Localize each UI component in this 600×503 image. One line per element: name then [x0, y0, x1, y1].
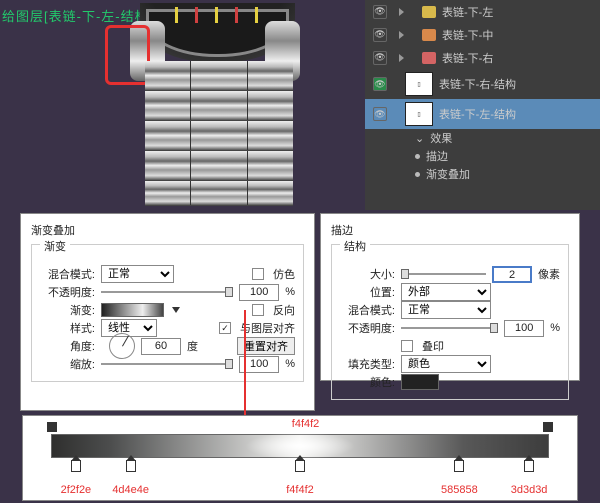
opacity-slider[interactable]	[101, 286, 233, 298]
layer-thumb: ▯	[405, 72, 433, 96]
visibility-icon[interactable]: 👁	[373, 107, 387, 121]
layer-row-selected[interactable]: 👁 ▯ 表链-下-左-结构	[365, 99, 600, 129]
layer-label: 表链-下-右	[442, 50, 493, 66]
visibility-icon[interactable]: 👁	[373, 77, 387, 91]
highlight-box	[105, 25, 150, 85]
fx-item[interactable]: 渐变叠加	[365, 165, 600, 183]
gradient-overlay-panel: 渐变叠加 渐变 混合模式: 正常 仿色 不透明度: 100 % 渐变: 反向 样…	[20, 213, 315, 411]
angle-value[interactable]: 60	[141, 338, 181, 355]
opacity-value[interactable]: 100	[504, 320, 544, 337]
blendmode-label: 混合模式:	[40, 266, 95, 282]
visibility-icon[interactable]: 👁	[373, 51, 387, 65]
layer-thumb: ▯	[405, 102, 433, 126]
color-stop[interactable]	[524, 460, 534, 472]
layer-label: 表链-下-中	[442, 27, 493, 43]
color-stop[interactable]	[454, 460, 464, 472]
blendmode-select[interactable]: 正常	[401, 301, 491, 319]
folder-icon	[422, 52, 436, 64]
gradient-label: 渐变:	[40, 302, 95, 318]
stop-color-label: 2f2f2e	[61, 484, 92, 496]
arrow-annotation	[244, 310, 246, 418]
color-stop[interactable]	[126, 460, 136, 472]
fx-item[interactable]: 描边	[365, 147, 600, 165]
layer-row[interactable]: 👁 表链-下-左	[365, 0, 600, 23]
style-label: 样式:	[40, 320, 95, 336]
filltype-select[interactable]: 颜色	[401, 355, 491, 373]
layer-label: 表链-下-左-结构	[439, 106, 516, 122]
gradient-editor: f4f4f2 2f2f2e 4d4e4e f4f4f2 585858 3d3d3d	[22, 415, 578, 501]
opacity-slider[interactable]	[401, 322, 498, 334]
opacity-value[interactable]: 100	[239, 284, 279, 301]
angle-dial[interactable]	[109, 333, 135, 359]
scale-label: 缩放:	[40, 356, 95, 372]
position-select[interactable]: 外部	[401, 283, 491, 301]
section-label: 渐变	[40, 238, 70, 254]
layers-panel: 👁 表链-下-左 👁 表链-下-中 👁 表链-下-右 👁 ▯ 表链-下-右-结构 👁 ▯ 表链…	[365, 0, 600, 210]
folder-icon	[422, 29, 436, 41]
blendmode-label: 混合模式:	[340, 302, 395, 318]
dither-checkbox[interactable]	[252, 268, 264, 280]
dropdown-icon[interactable]	[172, 307, 180, 313]
stop-color-label: f4f4f2	[286, 484, 314, 496]
stroke-panel: 描边 结构 大小: 2 像素 位置: 外部 混合模式: 正常 不透明度: 100…	[320, 213, 580, 381]
stop-color-label: 4d4e4e	[112, 484, 149, 496]
layer-label: 表链-下-右-结构	[439, 76, 516, 92]
scale-slider[interactable]	[101, 358, 233, 370]
stop-color-label: 3d3d3d	[511, 484, 548, 496]
opacity-label: 不透明度:	[340, 320, 395, 336]
color-stop[interactable]	[295, 460, 305, 472]
fx-header[interactable]: ⌄效果	[365, 129, 600, 147]
watch-image	[105, 3, 305, 203]
position-label: 位置:	[340, 284, 395, 300]
panel-title: 渐变叠加	[31, 222, 304, 242]
layer-row[interactable]: 👁 表链-下-中	[365, 23, 600, 46]
opacity-stop[interactable]	[543, 422, 553, 432]
gradient-preview[interactable]	[101, 303, 164, 317]
angle-label: 角度:	[40, 338, 95, 354]
size-value[interactable]: 2	[492, 266, 532, 283]
folder-icon	[422, 6, 436, 18]
color-label: 颜色:	[340, 374, 395, 390]
opacity-label: 不透明度:	[40, 284, 95, 300]
visibility-icon[interactable]: 👁	[373, 28, 387, 42]
overprint-checkbox[interactable]	[401, 340, 413, 352]
color-swatch[interactable]	[401, 374, 439, 390]
size-slider[interactable]	[401, 268, 486, 280]
size-label: 大小:	[340, 266, 395, 282]
filltype-label: 填充类型:	[340, 356, 395, 372]
visibility-icon[interactable]: 👁	[373, 5, 387, 19]
color-stop[interactable]	[71, 460, 81, 472]
blendmode-select[interactable]: 正常	[101, 265, 174, 283]
stop-color-label: f4f4f2	[292, 418, 320, 430]
layer-row[interactable]: 👁 表链-下-右	[365, 46, 600, 69]
reverse-checkbox[interactable]	[252, 304, 264, 316]
section-label: 结构	[340, 238, 370, 254]
opacity-stop[interactable]	[47, 422, 57, 432]
layer-label: 表链-下-左	[442, 4, 493, 20]
stop-color-label: 585858	[441, 484, 478, 496]
layer-row[interactable]: 👁 ▯ 表链-下-右-结构	[365, 69, 600, 99]
align-checkbox[interactable]: ✓	[219, 322, 231, 334]
